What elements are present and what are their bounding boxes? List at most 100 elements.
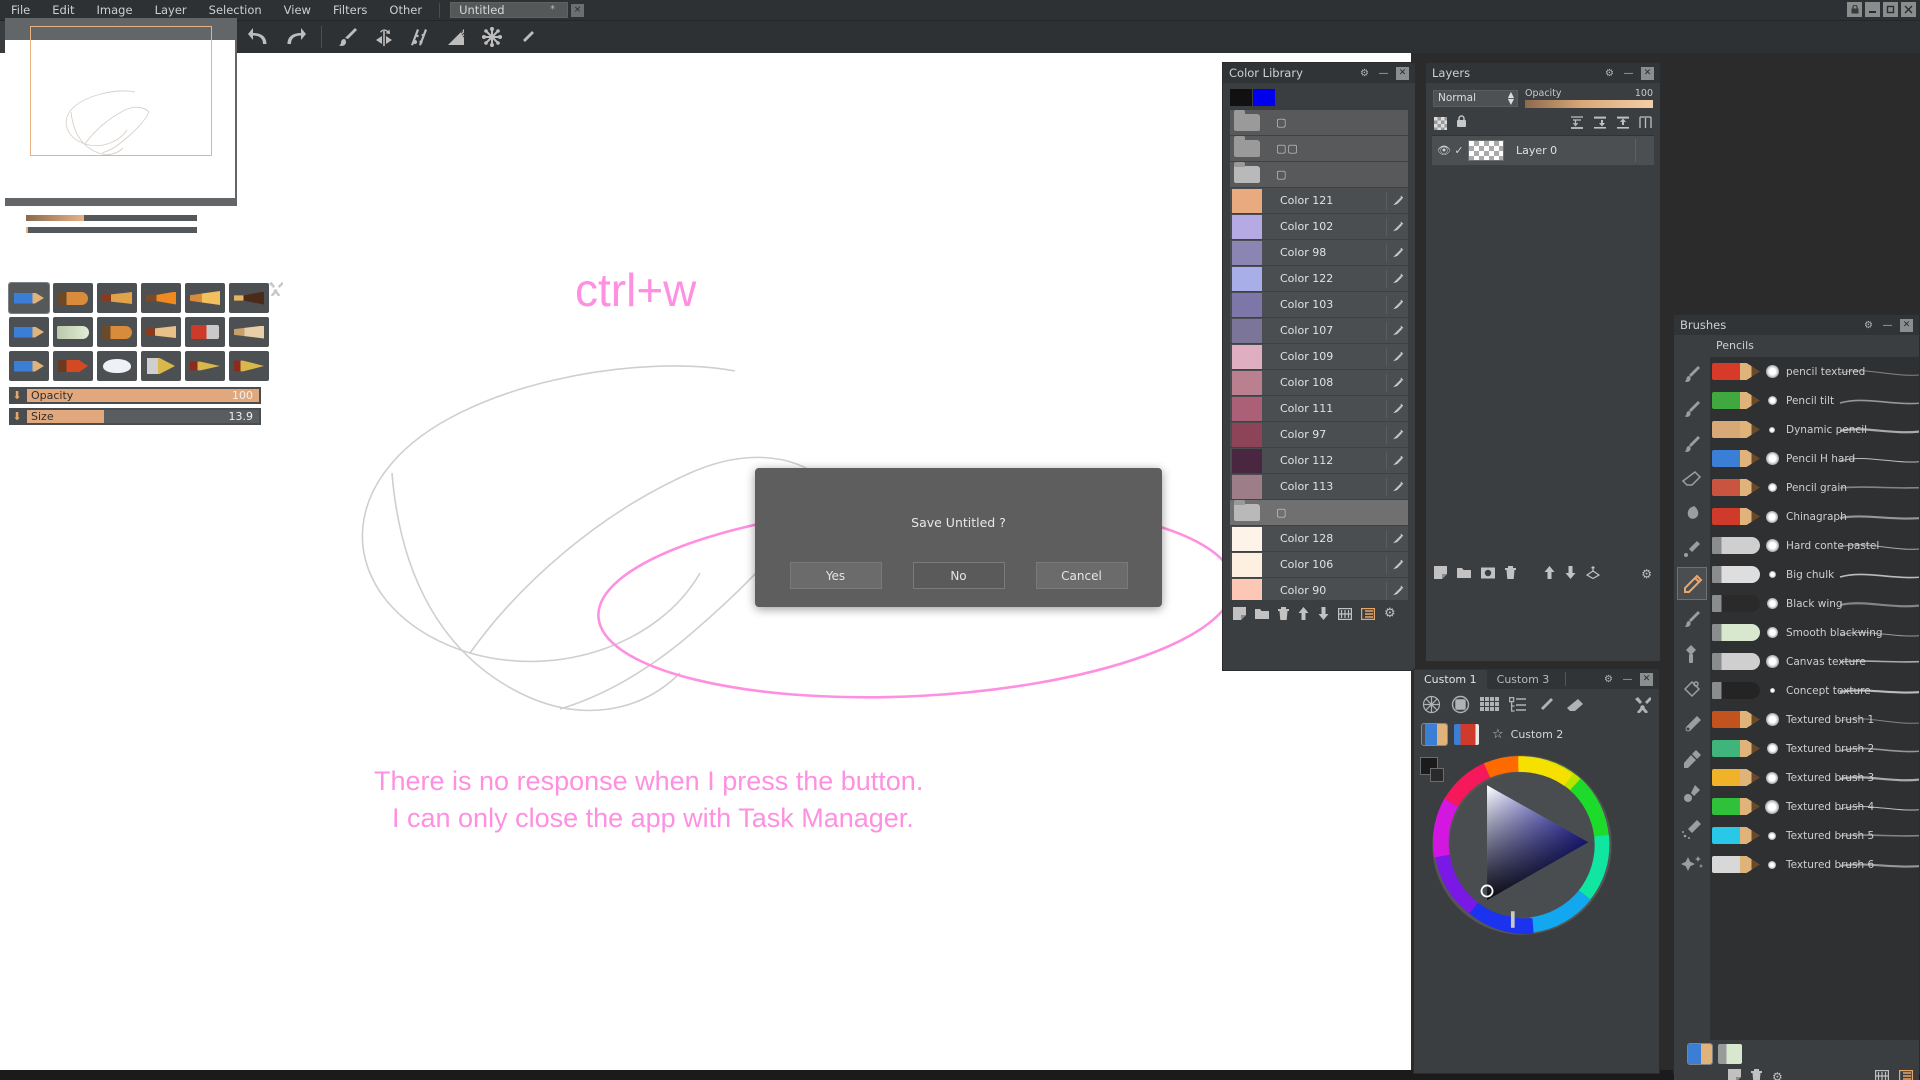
yes-button[interactable]: Yes (789, 562, 882, 589)
settings-icon[interactable]: ⚙ (1641, 567, 1652, 581)
blend-mode-select[interactable]: Normal ▲ ▼ (1433, 89, 1518, 107)
knife-icon[interactable] (141, 351, 181, 381)
minimize-icon[interactable]: — (1881, 319, 1894, 332)
canvas[interactable]: ctrl+w There is no response when I press… (0, 53, 1411, 1074)
brush-preset-row[interactable]: Textured brush 3 (1710, 763, 1919, 792)
brush-flat-icon[interactable] (97, 283, 137, 313)
color-library-folder-row[interactable]: ▢ (1230, 110, 1408, 136)
color-library-row[interactable]: Color 111 (1230, 396, 1408, 422)
eraser-tool-icon[interactable] (1677, 462, 1707, 495)
wrench-icon[interactable] (268, 281, 284, 300)
nib-single-icon[interactable] (229, 351, 269, 381)
color-swatch[interactable] (1232, 396, 1262, 421)
eyedropper-icon[interactable] (1386, 347, 1404, 366)
color-library-row[interactable]: Color 121 (1230, 188, 1408, 214)
slider-opacity[interactable]: ⬇ Opacity 100 (9, 387, 261, 404)
brush-round-icon[interactable] (53, 283, 93, 313)
background-swatch[interactable] (1253, 89, 1275, 106)
settings-icon[interactable]: ⚙ (1772, 1070, 1783, 1080)
pen-icon[interactable] (514, 23, 542, 51)
brushes-tool-sidebar[interactable] (1674, 335, 1710, 1040)
color-swatch[interactable] (1232, 214, 1262, 239)
brush-tool-icon[interactable] (1677, 602, 1707, 635)
palette-list-icon[interactable] (1508, 696, 1527, 717)
eyedropper-icon[interactable] (1386, 373, 1404, 392)
color-swatch[interactable] (1232, 474, 1262, 499)
close-icon[interactable]: ✕ (1641, 66, 1654, 80)
move-down-icon[interactable] (1318, 607, 1329, 620)
eyedropper-icon[interactable] (1386, 451, 1404, 470)
brush-dark-icon[interactable] (229, 283, 269, 313)
cloud-icon[interactable] (97, 351, 137, 381)
thumbnail-view-icon[interactable] (1875, 1069, 1890, 1080)
color-library-row[interactable]: Color 128 (1230, 526, 1408, 552)
document-tab[interactable]: Untitled * (450, 2, 569, 18)
gear-icon[interactable]: ⚙ (1358, 67, 1371, 80)
brush-preset-row[interactable]: Canvas texture (1710, 647, 1919, 676)
layer-row[interactable]: 👁 ✓ Layer 0 (1432, 136, 1654, 165)
list-view-icon[interactable] (1361, 607, 1375, 620)
brush-tool-icon[interactable] (1677, 392, 1707, 425)
brush-preset-row[interactable]: Textured brush 4 (1710, 792, 1919, 821)
pencil-blue2-icon[interactable] (9, 351, 49, 381)
brush-preset-row[interactable]: Pencil grain (1710, 473, 1919, 502)
slider-size[interactable]: ⬇ Size 13.9 (9, 408, 261, 425)
color-library-row[interactable]: Color 122 (1230, 266, 1408, 292)
color-swatch[interactable] (1232, 318, 1262, 343)
color-swatch[interactable] (1232, 240, 1262, 265)
brushes-list[interactable]: pencil textured Pencil tilt Dynamic pencil… (1710, 357, 1919, 879)
brush-preset-row[interactable]: Big chulk (1710, 560, 1919, 589)
color-library-list[interactable]: ▢ ▢▢ ▢ Color 121 Color 102 Color 98 Color 122 C… (1230, 110, 1408, 600)
color-library-row[interactable]: Color 108 (1230, 370, 1408, 396)
tab-custom-1[interactable]: Custom 1 (1414, 669, 1487, 689)
eyedropper-icon[interactable] (1386, 425, 1404, 444)
brush-preset-row[interactable]: Chinagraph (1710, 502, 1919, 531)
color-wheel[interactable] (1430, 753, 1614, 937)
navigator-angle-slider[interactable] (26, 226, 197, 233)
brush-fan2-icon[interactable] (229, 317, 269, 347)
eyedropper-icon[interactable] (1386, 321, 1404, 340)
eyedropper-icon[interactable] (1386, 399, 1404, 418)
navigator-viewport-frame[interactable] (30, 26, 212, 156)
brush-preset-row[interactable]: pencil textured (1710, 357, 1919, 386)
brush-preset-row[interactable]: Pencil tilt (1710, 386, 1919, 415)
flip-icon[interactable] (1639, 114, 1652, 133)
add-mask-icon[interactable] (1481, 567, 1495, 582)
list-view-icon[interactable] (1899, 1069, 1914, 1080)
color-library-row[interactable]: Color 107 (1230, 318, 1408, 344)
menu-view[interactable]: View (273, 1, 322, 19)
eyedropper-icon[interactable] (1386, 191, 1404, 210)
undo-icon[interactable] (245, 23, 273, 51)
eraser-icon[interactable] (1565, 697, 1584, 717)
marker-red-icon[interactable] (53, 351, 93, 381)
settings-icon[interactable]: ⚙ (1384, 606, 1396, 621)
color-selector-icon[interactable] (1422, 695, 1441, 718)
grid-view-icon[interactable] (1338, 607, 1352, 620)
minimize-icon[interactable]: — (1622, 67, 1635, 80)
menu-layer[interactable]: Layer (144, 1, 198, 19)
visibility-icon[interactable]: 👁 (1436, 144, 1452, 157)
brush-flat2-icon[interactable] (141, 317, 181, 347)
color-swatch[interactable] (1232, 188, 1262, 213)
document-tab-close-icon[interactable]: × (571, 3, 585, 17)
layers-list[interactable]: 👁 ✓ Layer 0 (1432, 135, 1654, 560)
eyedropper-icon[interactable] (1386, 529, 1404, 548)
brush-icon[interactable] (1537, 696, 1555, 718)
nib-double-icon[interactable] (185, 351, 225, 381)
brush-cone-icon[interactable] (141, 283, 181, 313)
maximize-icon[interactable] (1883, 2, 1898, 17)
color-library-row[interactable]: Color 113 (1230, 474, 1408, 500)
menu-selection[interactable]: Selection (198, 1, 273, 19)
color-library-row[interactable]: Color 109 (1230, 344, 1408, 370)
color-library-row[interactable]: Color 103 (1230, 292, 1408, 318)
color-library-row[interactable]: Color 102 (1230, 214, 1408, 240)
palette-swatch-marker[interactable] (1454, 724, 1479, 745)
minimize-icon[interactable]: — (1377, 67, 1390, 80)
brush-icon[interactable] (334, 23, 362, 51)
color-library-folder-row[interactable]: ▢▢ (1230, 136, 1408, 162)
color-library-row[interactable]: Color 90 (1230, 578, 1408, 600)
color-swatch[interactable] (1232, 448, 1262, 473)
wrench-icon[interactable] (1634, 696, 1652, 717)
dot-tool-icon[interactable] (1677, 777, 1707, 810)
move-up-icon[interactable] (1298, 607, 1309, 620)
